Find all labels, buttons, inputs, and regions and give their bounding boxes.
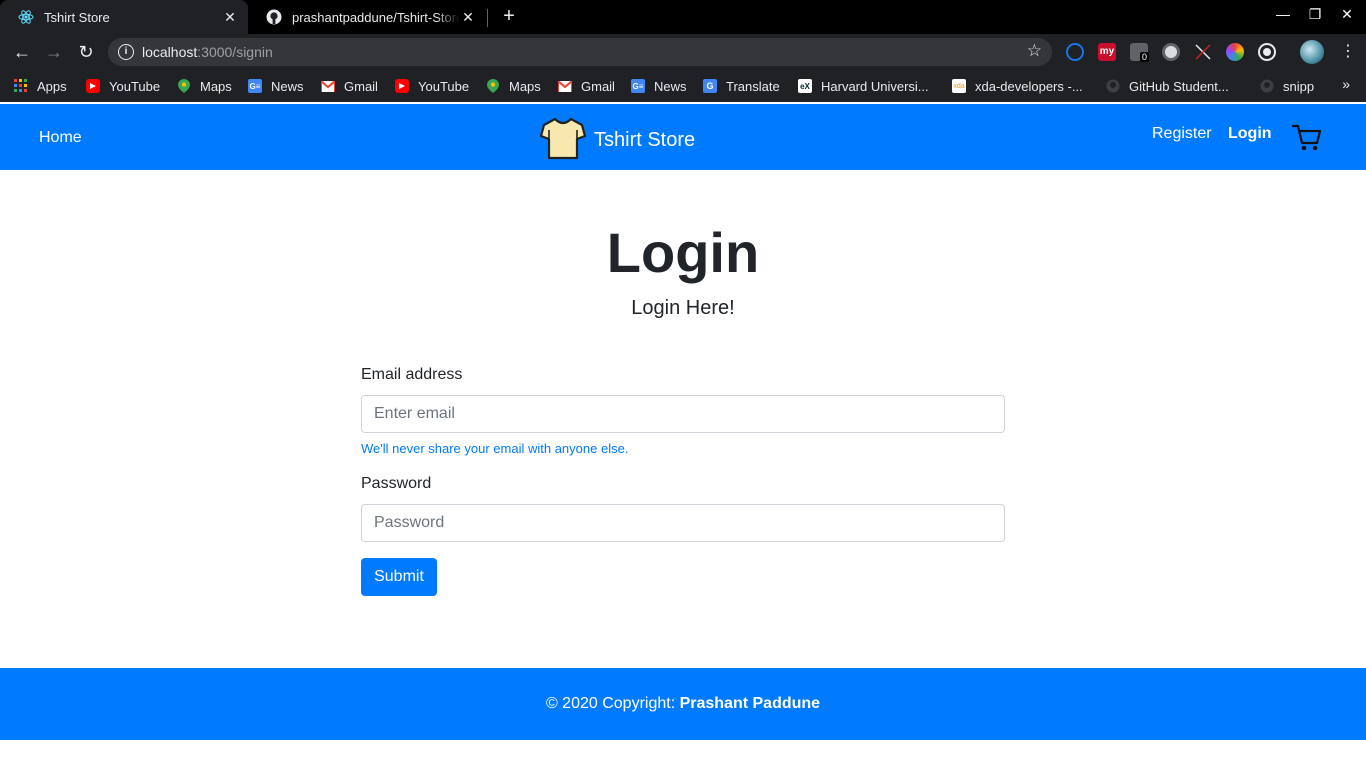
extension-color-icon[interactable] bbox=[1226, 43, 1244, 61]
bookmark-label: Maps bbox=[200, 78, 232, 94]
nav-register-link[interactable]: Register bbox=[1152, 125, 1212, 143]
page-subtitle: Login Here! bbox=[631, 297, 735, 319]
xda-icon: xda bbox=[952, 79, 966, 93]
bookmark-gmail[interactable]: Gmail bbox=[321, 78, 378, 94]
youtube-icon bbox=[395, 79, 409, 93]
site-navbar: Home Tshirt Store Register Login bbox=[0, 104, 1366, 170]
tab-title: Tshirt Store bbox=[44, 9, 110, 25]
bookmark-label: Gmail bbox=[344, 78, 378, 94]
bookmark-harvard[interactable]: eX Harvard Universi... bbox=[798, 78, 929, 94]
google-news-icon: G≡ bbox=[248, 79, 262, 93]
github-icon bbox=[266, 9, 282, 25]
gmail-icon bbox=[321, 79, 335, 93]
close-tab-icon[interactable]: ✕ bbox=[222, 9, 238, 26]
extension-circle-icon[interactable] bbox=[1066, 43, 1084, 61]
bookmark-label: Harvard Universi... bbox=[821, 78, 929, 94]
bookmark-youtube-2[interactable]: YouTube bbox=[395, 78, 469, 94]
submit-button[interactable]: Submit bbox=[361, 558, 437, 596]
brand-title: Tshirt Store bbox=[594, 129, 696, 151]
back-arrow-icon[interactable]: ← bbox=[10, 40, 34, 64]
site-footer: © 2020 Copyright: Prashant Paddune bbox=[0, 668, 1366, 740]
bookmark-label: GitHub Student... bbox=[1129, 78, 1229, 94]
tab-tshirt-store[interactable]: Tshirt Store ✕ bbox=[0, 0, 248, 34]
url-host: localhost bbox=[142, 44, 198, 60]
extension-my-icon[interactable]: my bbox=[1098, 43, 1116, 61]
google-news-icon: G≡ bbox=[631, 79, 645, 93]
bookmark-translate[interactable]: G Translate bbox=[703, 78, 780, 94]
bookmark-news-2[interactable]: G≡ News bbox=[631, 78, 687, 94]
bookmark-label: News bbox=[654, 78, 687, 94]
nav-home-link[interactable]: Home bbox=[39, 129, 82, 147]
edx-icon: eX bbox=[798, 79, 812, 93]
tshirt-icon bbox=[539, 116, 587, 165]
url-text[interactable]: localhost:3000/signin bbox=[142, 44, 273, 60]
youtube-icon bbox=[86, 79, 100, 93]
bookmark-label: Maps bbox=[509, 78, 541, 94]
reload-icon[interactable]: ↻ bbox=[74, 40, 98, 64]
bookmark-star-icon[interactable]: ☆ bbox=[1027, 41, 1042, 61]
bookmarks-overflow-icon[interactable]: » bbox=[1342, 76, 1350, 92]
react-icon bbox=[18, 9, 34, 25]
bookmark-xda[interactable]: xda xda-developers -... bbox=[952, 78, 1083, 94]
forward-arrow-icon[interactable]: → bbox=[42, 40, 66, 64]
bookmark-label: News bbox=[271, 78, 304, 94]
translate-icon: G bbox=[703, 79, 717, 93]
bookmark-youtube[interactable]: YouTube bbox=[86, 78, 160, 94]
nav-login-link[interactable]: Login bbox=[1228, 125, 1272, 143]
extension-badge-count: 0 bbox=[1140, 52, 1150, 62]
close-window-icon[interactable]: ✕ bbox=[1337, 6, 1357, 23]
password-label: Password bbox=[361, 475, 432, 492]
extension-crossed-icon[interactable] bbox=[1194, 43, 1212, 61]
extension-badge-icon[interactable]: 0 bbox=[1130, 43, 1150, 62]
profile-avatar[interactable] bbox=[1300, 40, 1324, 64]
github-icon bbox=[1260, 79, 1274, 93]
github-icon bbox=[1106, 79, 1120, 93]
password-field[interactable] bbox=[361, 504, 1005, 542]
bookmark-label: xda-developers -... bbox=[975, 78, 1083, 94]
apps-grid-icon bbox=[14, 79, 28, 93]
maps-icon bbox=[486, 79, 500, 93]
page-title: Login bbox=[606, 221, 760, 284]
tab-github-repo[interactable]: prashantpaddune/Tshirt-Store ✕ bbox=[248, 0, 486, 34]
close-tab-icon[interactable]: ✕ bbox=[460, 9, 476, 26]
brand[interactable]: Tshirt Store bbox=[539, 116, 696, 165]
email-label: Email address bbox=[361, 366, 463, 383]
bookmark-label: YouTube bbox=[109, 78, 161, 94]
bookmark-label: YouTube bbox=[418, 78, 470, 94]
extension-record-icon[interactable] bbox=[1162, 43, 1180, 61]
bookmark-maps-2[interactable]: Maps bbox=[486, 78, 541, 94]
footer-author: Prashant Paddune bbox=[679, 695, 821, 712]
info-icon[interactable]: i bbox=[118, 44, 134, 60]
restore-icon[interactable]: ❐ bbox=[1305, 6, 1325, 23]
web-page: Home Tshirt Store Register Login Login L… bbox=[0, 102, 1366, 768]
bookmark-maps[interactable]: Maps bbox=[177, 78, 232, 94]
bookmark-gmail-2[interactable]: Gmail bbox=[558, 78, 615, 94]
tab-title: prashantpaddune/Tshirt-Store bbox=[292, 9, 460, 25]
extension-target-icon[interactable] bbox=[1258, 43, 1276, 61]
address-bar[interactable]: i localhost:3000/signin ☆ bbox=[108, 38, 1052, 66]
menu-kebab-icon[interactable]: ⋮ bbox=[1336, 40, 1360, 64]
page-bottom-area bbox=[0, 740, 1366, 768]
bookmark-news[interactable]: G≡ News bbox=[248, 78, 304, 94]
bookmark-apps[interactable]: Apps bbox=[14, 78, 67, 94]
browser-toolbar: ← → ↻ i localhost:3000/signin ☆ my 0 ⋮ bbox=[0, 34, 1366, 70]
bookmark-github-student[interactable]: GitHub Student... bbox=[1106, 78, 1229, 94]
bookmarks-bar: Apps YouTube Maps G≡ News Gmail YouTube … bbox=[0, 70, 1366, 102]
bookmark-label: Gmail bbox=[581, 78, 615, 94]
email-help-text: We'll never share your email with anyone… bbox=[361, 441, 629, 456]
new-tab-icon[interactable]: + bbox=[498, 5, 520, 28]
tab-separator bbox=[487, 9, 488, 27]
gmail-icon bbox=[558, 79, 572, 93]
email-field[interactable] bbox=[361, 395, 1005, 433]
bookmark-label: Translate bbox=[726, 78, 780, 94]
maps-icon bbox=[177, 79, 191, 93]
bookmark-label: Apps bbox=[37, 78, 67, 94]
minimize-icon[interactable]: — bbox=[1273, 6, 1293, 22]
browser-tab-strip: Tshirt Store ✕ prashantpaddune/Tshirt-St… bbox=[0, 0, 1366, 34]
footer-copyright: © 2020 Copyright: bbox=[545, 695, 680, 712]
cart-icon[interactable] bbox=[1291, 124, 1322, 157]
bookmark-label: snipp bbox=[1283, 78, 1315, 94]
url-path: :3000/signin bbox=[197, 44, 273, 60]
bookmark-snipp[interactable]: snipp bbox=[1260, 78, 1314, 94]
